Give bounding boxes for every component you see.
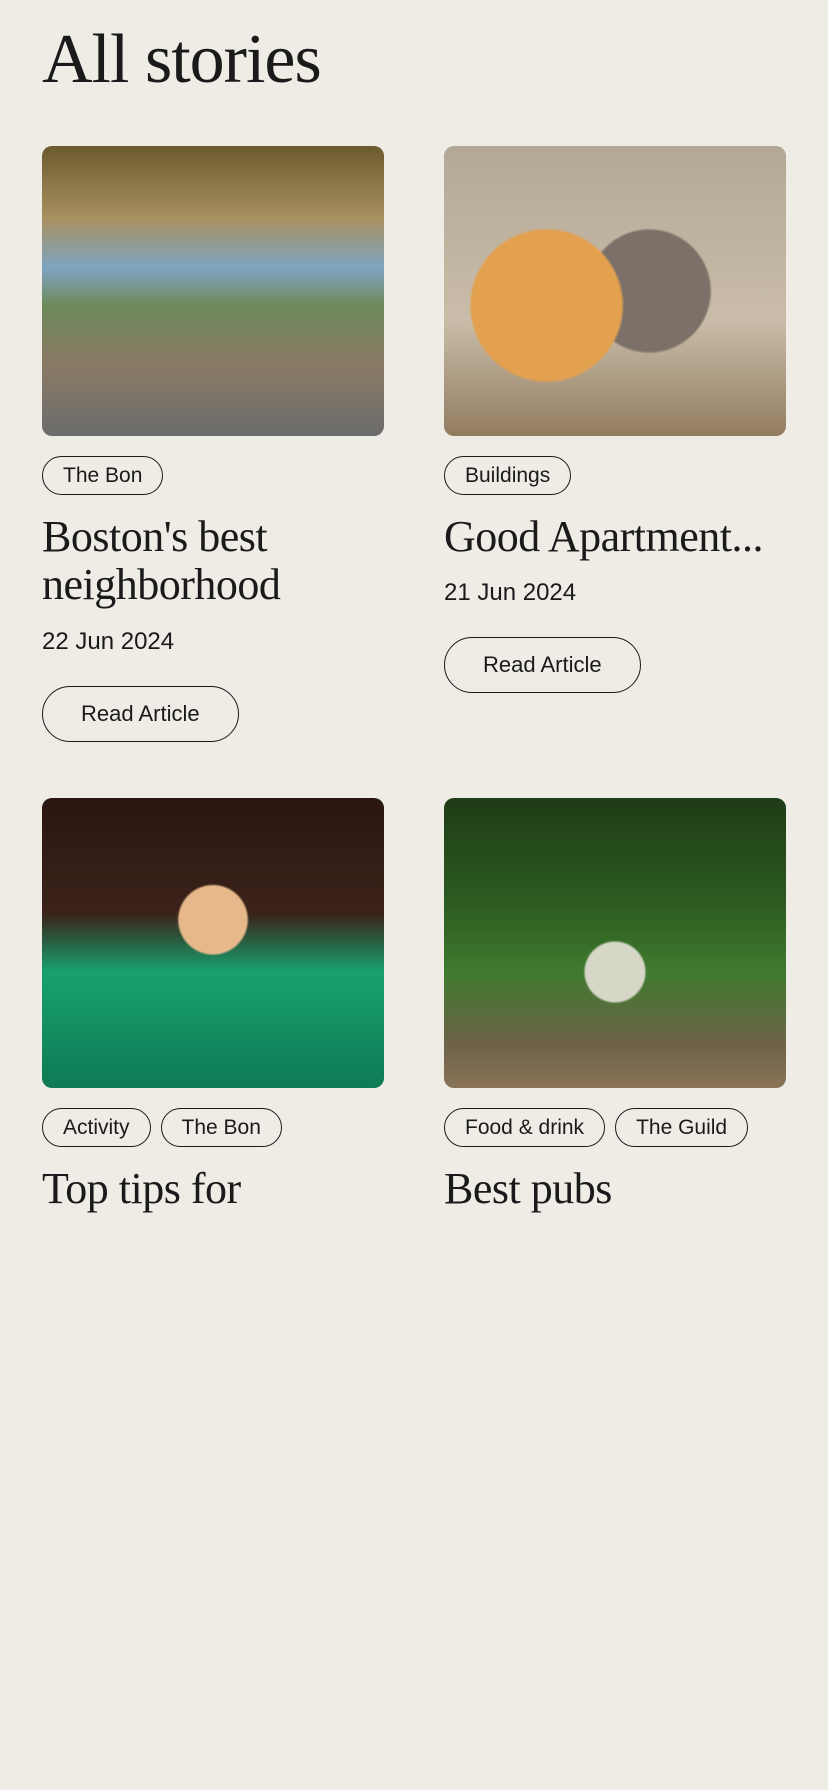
story-title[interactable]: Best pubs bbox=[444, 1165, 786, 1213]
story-date: 21 Jun 2024 bbox=[444, 579, 786, 607]
category-tag[interactable]: Buildings bbox=[444, 456, 571, 495]
story-title[interactable]: Top tips for bbox=[42, 1165, 384, 1213]
story-card: Buildings Good Apartment... 21 Jun 2024 Rea… bbox=[444, 146, 786, 742]
tag-row: The Bon bbox=[42, 456, 384, 495]
story-date: 22 Jun 2024 bbox=[42, 628, 384, 656]
story-title[interactable]: Good Apartment... bbox=[444, 513, 786, 561]
category-tag[interactable]: Food & drink bbox=[444, 1108, 605, 1147]
read-article-button[interactable]: Read Article bbox=[444, 637, 641, 693]
category-tag[interactable]: The Bon bbox=[161, 1108, 282, 1147]
story-title[interactable]: Boston's best neighborhood bbox=[42, 513, 384, 610]
story-card: Activity The Bon Top tips for bbox=[42, 798, 384, 1231]
tag-row: Buildings bbox=[444, 456, 786, 495]
story-card: The Bon Boston's best neighborhood 22 Jun … bbox=[42, 146, 384, 742]
story-thumbnail[interactable] bbox=[444, 146, 786, 436]
story-thumbnail[interactable] bbox=[42, 146, 384, 436]
page-title: All stories bbox=[42, 20, 786, 100]
story-thumbnail[interactable] bbox=[42, 798, 384, 1088]
tag-row: Food & drink The Guild bbox=[444, 1108, 786, 1147]
category-tag[interactable]: Activity bbox=[42, 1108, 151, 1147]
story-grid: The Bon Boston's best neighborhood 22 Jun … bbox=[42, 146, 786, 1231]
category-tag[interactable]: The Bon bbox=[42, 456, 163, 495]
category-tag[interactable]: The Guild bbox=[615, 1108, 748, 1147]
read-article-button[interactable]: Read Article bbox=[42, 686, 239, 742]
tag-row: Activity The Bon bbox=[42, 1108, 384, 1147]
story-thumbnail[interactable] bbox=[444, 798, 786, 1088]
story-card: Food & drink The Guild Best pubs bbox=[444, 798, 786, 1231]
